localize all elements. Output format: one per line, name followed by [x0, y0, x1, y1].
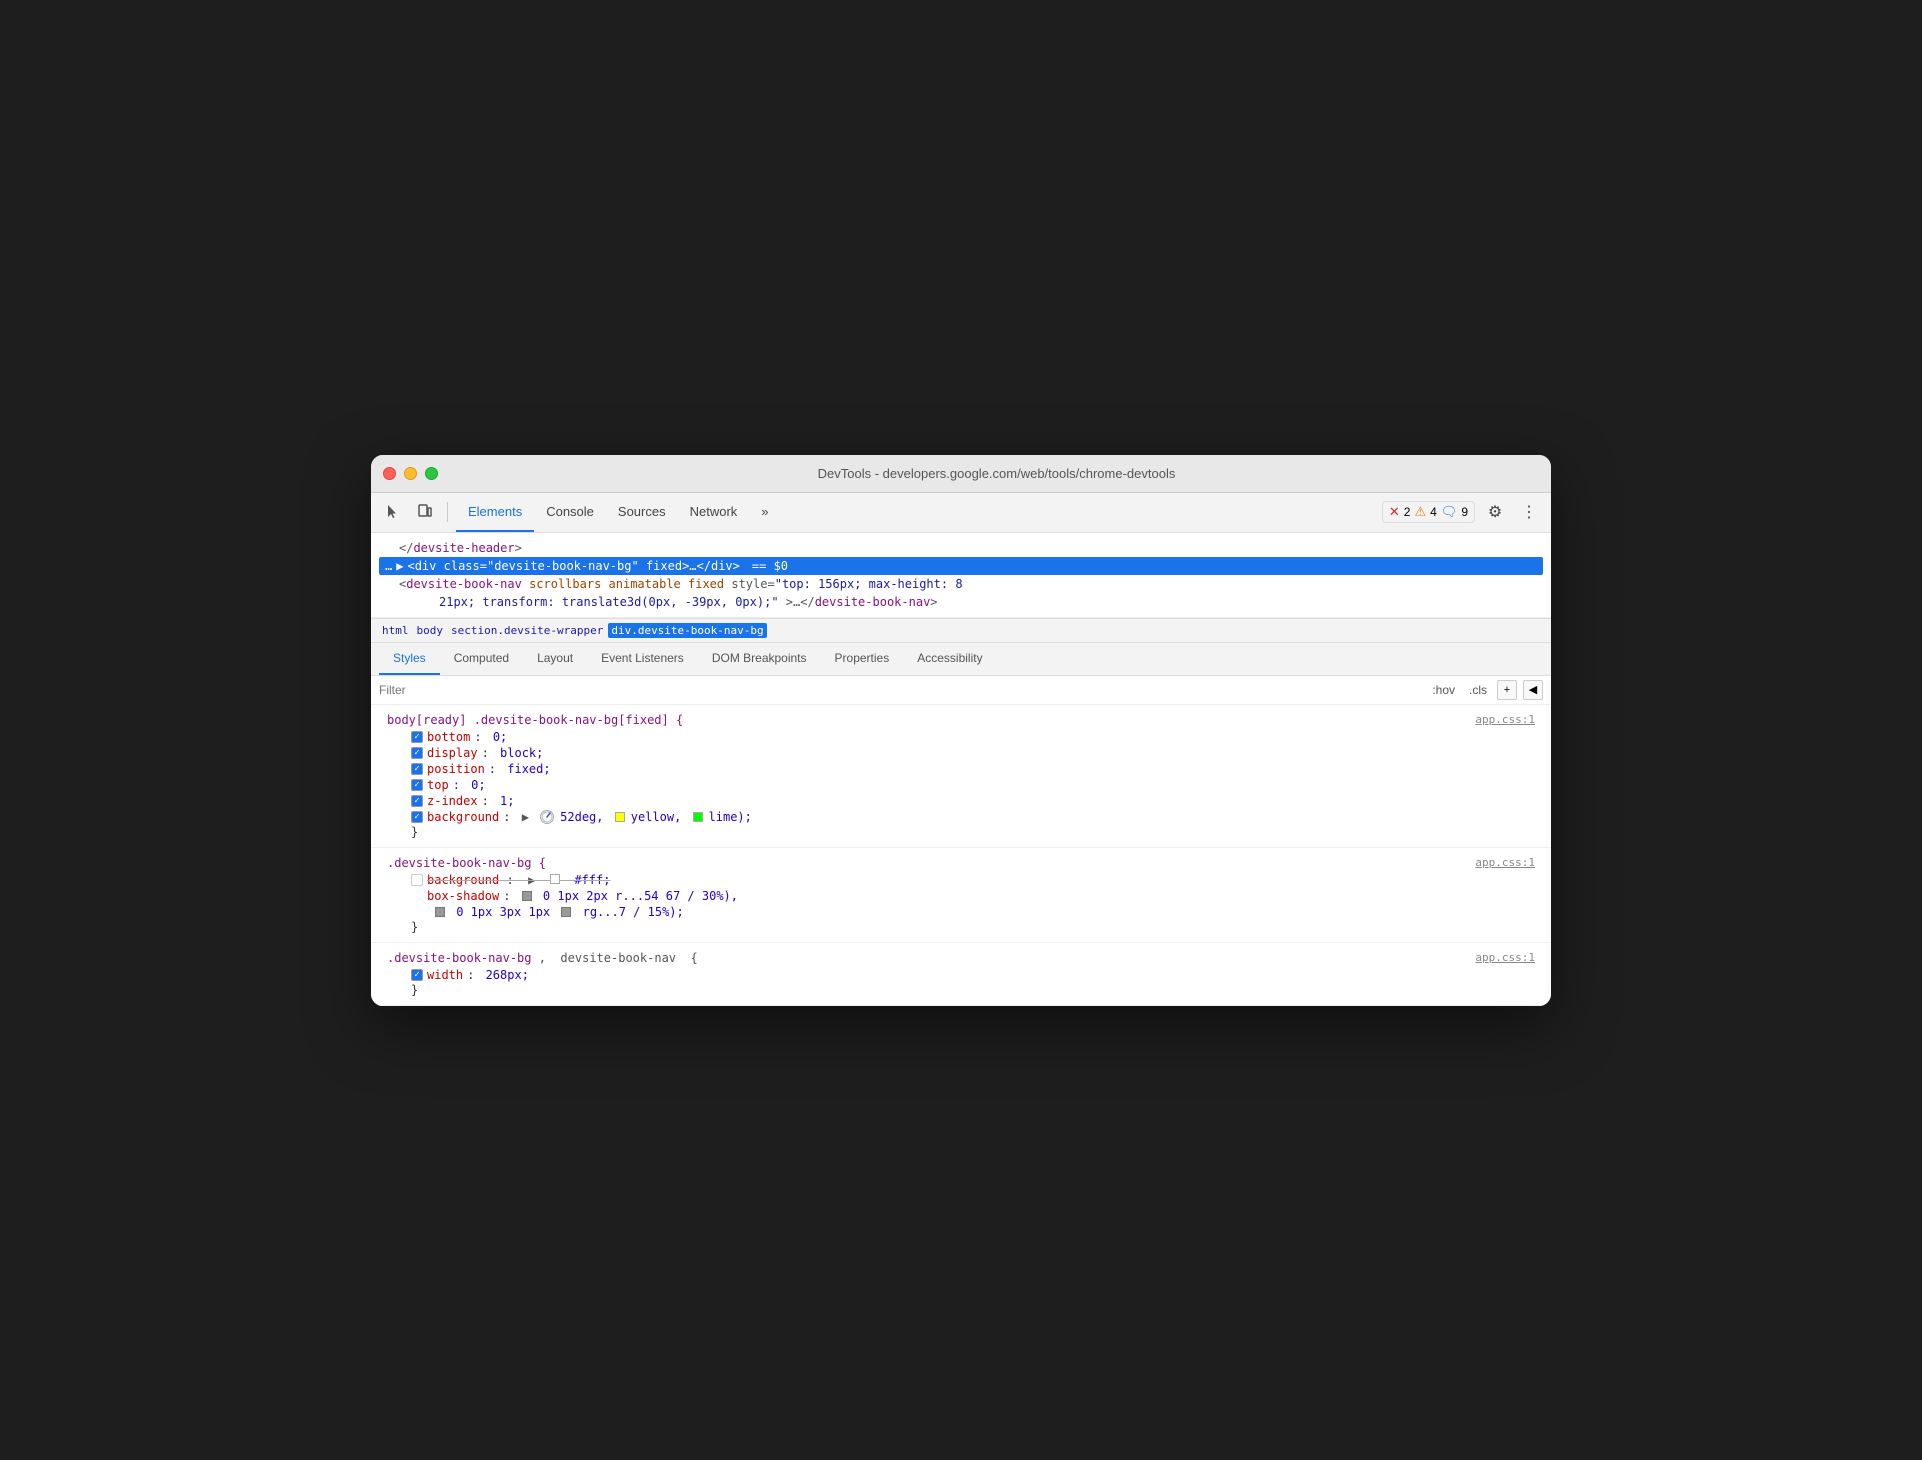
- css-prop-display: display : block;: [411, 745, 1535, 761]
- add-rule-button[interactable]: +: [1497, 680, 1517, 700]
- devtools-toolbar: Elements Console Sources Network » ✕ 2 ⚠…: [371, 493, 1551, 533]
- dom-dollar: == $0: [752, 559, 788, 573]
- tab-network[interactable]: Network: [678, 492, 750, 532]
- shadow-swatch-2[interactable]: [435, 907, 445, 917]
- checkbox-position[interactable]: [411, 763, 423, 775]
- tab-event-listeners[interactable]: Event Listeners: [587, 643, 698, 675]
- dom-row-1: </devsite-header>: [399, 539, 1543, 557]
- shadow-swatch-3[interactable]: [561, 907, 571, 917]
- breadcrumb-div[interactable]: div.devsite-book-nav-bg: [608, 623, 766, 638]
- cls-button[interactable]: .cls: [1465, 681, 1491, 699]
- css-link-2[interactable]: app.css:1: [1475, 856, 1535, 870]
- checkbox-width[interactable]: [411, 969, 423, 981]
- checkbox-zindex[interactable]: [411, 795, 423, 807]
- dom-row-4: 21px; transform: translate3d(0px, -39px,…: [439, 593, 1543, 611]
- maximize-button[interactable]: [425, 467, 438, 480]
- tab-styles[interactable]: Styles: [379, 643, 440, 675]
- css-prop-boxshadow2: 0 1px 3px 1px rg...7 / 15%);: [435, 904, 1535, 920]
- css-link-3[interactable]: app.css:1: [1475, 951, 1535, 965]
- shadow-swatch-1[interactable]: [522, 891, 532, 901]
- css-prop-zindex: z-index : 1;: [411, 793, 1535, 809]
- tab-elements[interactable]: Elements: [456, 492, 534, 532]
- css-rule-1: body[ready] .devsite-book-nav-bg[fixed] …: [371, 705, 1551, 848]
- warning-icon: ⚠: [1414, 504, 1426, 520]
- error-icon: ✕: [1389, 504, 1400, 520]
- breadcrumb-section[interactable]: section.devsite-wrapper: [448, 623, 606, 638]
- white-swatch[interactable]: [550, 874, 560, 884]
- css-prop-width: width : 268px;: [411, 967, 1535, 983]
- css-prop-bg-fff: background : ▶ #fff;: [411, 872, 1535, 888]
- gradient-angle-icon[interactable]: [540, 810, 554, 824]
- tab-properties[interactable]: Properties: [821, 643, 904, 675]
- tab-sources[interactable]: Sources: [606, 492, 678, 532]
- titlebar: DevTools - developers.google.com/web/too…: [371, 455, 1551, 493]
- css-link-1[interactable]: app.css:1: [1475, 713, 1535, 727]
- tab-dom-breakpoints[interactable]: DOM Breakpoints: [698, 643, 821, 675]
- tab-accessibility[interactable]: Accessibility: [903, 643, 996, 675]
- close-button[interactable]: [383, 467, 396, 480]
- lime-swatch[interactable]: [693, 812, 703, 822]
- checkbox-bg-fff[interactable]: [411, 874, 423, 886]
- css-prop-position: position : fixed;: [411, 761, 1535, 777]
- tab-console[interactable]: Console: [534, 492, 606, 532]
- tab-layout[interactable]: Layout: [523, 643, 587, 675]
- tab-more[interactable]: »: [749, 492, 780, 532]
- breadcrumb: html body section.devsite-wrapper div.de…: [371, 618, 1551, 643]
- device-toolbar-icon[interactable]: [411, 498, 439, 526]
- checkbox-bottom[interactable]: [411, 731, 423, 743]
- checkbox-background[interactable]: [411, 811, 423, 823]
- checkbox-top[interactable]: [411, 779, 423, 791]
- toolbar-right: ✕ 2 ⚠ 4 🗨 9 ⚙ ⋮: [1382, 498, 1543, 526]
- minimize-button[interactable]: [404, 467, 417, 480]
- css-prop-background: background : ▶ 52deg, yellow, lime);: [411, 809, 1535, 825]
- css-prop-top: top : 0;: [411, 777, 1535, 793]
- filter-input[interactable]: [379, 683, 1420, 697]
- css-selector-2: .devsite-book-nav-bg {: [387, 856, 546, 870]
- checkbox-display[interactable]: [411, 747, 423, 759]
- css-prop-boxshadow1: box-shadow : 0 1px 2px r...54 67 / 30%),: [411, 888, 1535, 904]
- main-tabs: Elements Console Sources Network »: [456, 492, 1378, 532]
- error-badge[interactable]: ✕ 2 ⚠ 4 🗨 9: [1382, 501, 1475, 523]
- dom-inspector: </devsite-header> … ▶ <div class="devsit…: [371, 533, 1551, 618]
- css-rule-2: .devsite-book-nav-bg { app.css:1 backgro…: [371, 848, 1551, 943]
- filter-actions: :hov .cls + ◀: [1428, 680, 1543, 700]
- info-icon: 🗨: [1441, 504, 1458, 520]
- dom-row-3: <devsite-book-nav scrollbars animatable …: [399, 575, 1543, 593]
- breadcrumb-html[interactable]: html: [379, 623, 412, 638]
- css-selector-1: body[ready] .devsite-book-nav-bg[fixed] …: [387, 713, 683, 727]
- cursor-icon[interactable]: [379, 498, 407, 526]
- yellow-swatch[interactable]: [615, 812, 625, 822]
- devtools-window: DevTools - developers.google.com/web/too…: [371, 455, 1551, 1006]
- settings-icon[interactable]: ⚙: [1481, 498, 1509, 526]
- css-selector-3: .devsite-book-nav-bg , devsite-book-nav …: [387, 951, 698, 965]
- traffic-lights: [383, 467, 438, 480]
- panel-tabs: Styles Computed Layout Event Listeners D…: [371, 643, 1551, 676]
- window-title: DevTools - developers.google.com/web/too…: [454, 466, 1539, 481]
- styles-panel: body[ready] .devsite-book-nav-bg[fixed] …: [371, 705, 1551, 1006]
- toggle-sidebar-button[interactable]: ◀: [1523, 680, 1543, 700]
- more-options-icon[interactable]: ⋮: [1515, 498, 1543, 526]
- css-rule-3: .devsite-book-nav-bg , devsite-book-nav …: [371, 943, 1551, 1006]
- hov-button[interactable]: :hov: [1428, 681, 1459, 699]
- filter-bar: :hov .cls + ◀: [371, 676, 1551, 705]
- tab-computed[interactable]: Computed: [440, 643, 523, 675]
- separator: [447, 502, 448, 522]
- dom-row-selected[interactable]: … ▶ <div class="devsite-book-nav-bg" fix…: [379, 557, 1543, 575]
- css-prop-bottom: bottom : 0;: [411, 729, 1535, 745]
- breadcrumb-body[interactable]: body: [414, 623, 447, 638]
